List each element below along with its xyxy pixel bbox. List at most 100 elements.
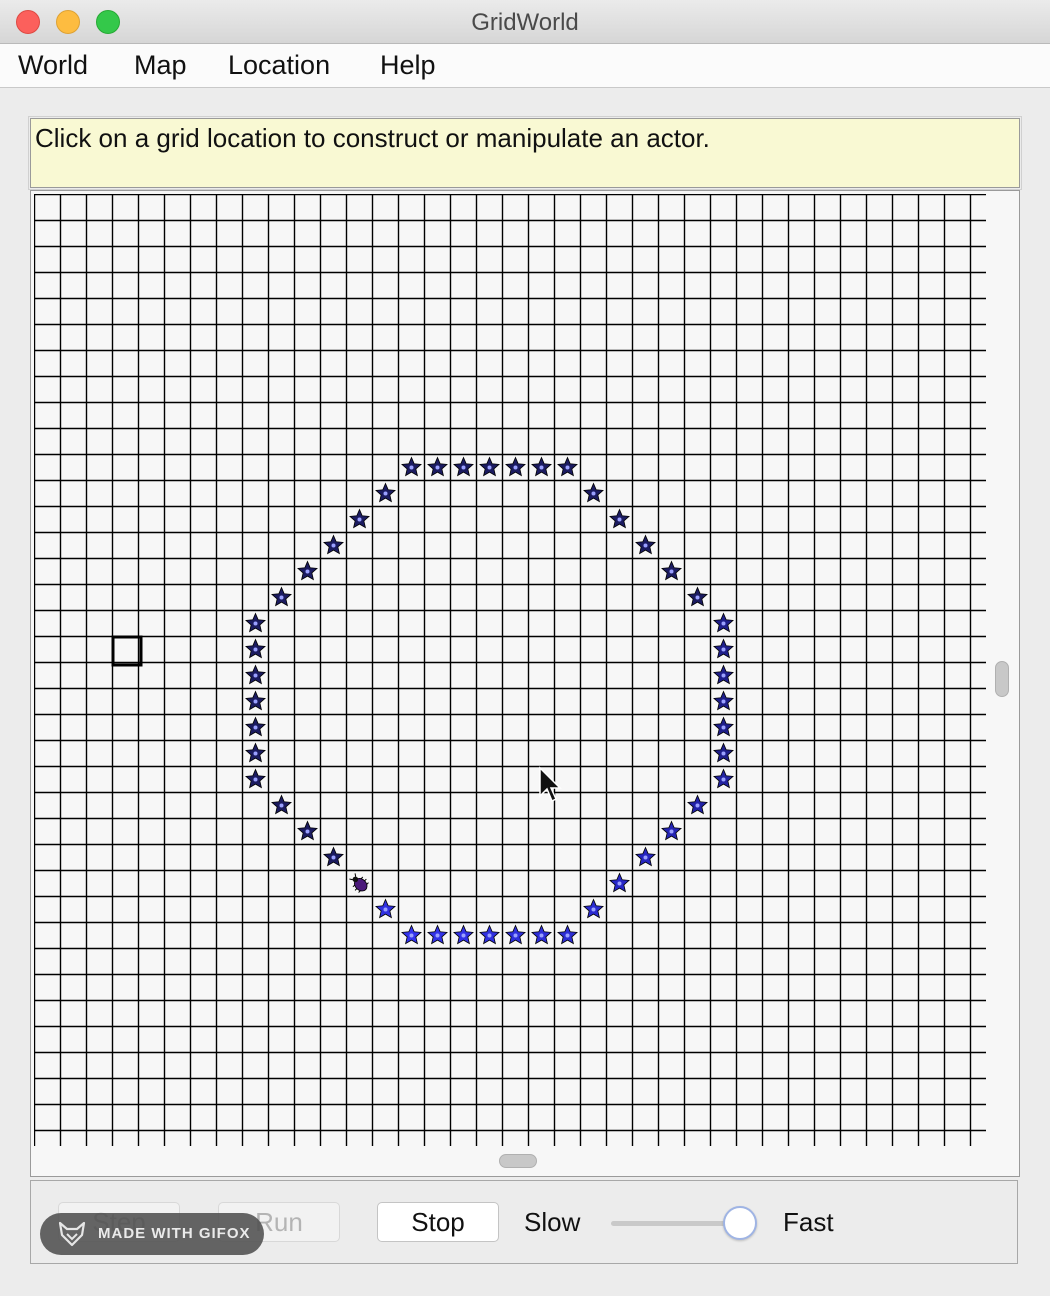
flower-center bbox=[383, 491, 388, 496]
flower-center bbox=[409, 933, 414, 938]
flower-actor[interactable] bbox=[687, 586, 708, 607]
flower-actor[interactable] bbox=[609, 508, 630, 529]
title-bar: GridWorld bbox=[0, 0, 1050, 44]
flower-actor[interactable] bbox=[583, 482, 604, 503]
flower-actor[interactable] bbox=[323, 534, 344, 555]
flower-actor[interactable] bbox=[661, 560, 682, 581]
horizontal-scrollbar[interactable] bbox=[499, 1154, 537, 1168]
flower-actor[interactable] bbox=[479, 456, 500, 477]
flower-actor[interactable] bbox=[271, 794, 292, 815]
flower-actor[interactable] bbox=[531, 924, 552, 945]
flower-actor[interactable] bbox=[713, 638, 734, 659]
grid-scroll-pane bbox=[30, 190, 1020, 1177]
flower-center bbox=[383, 907, 388, 912]
flower-actor[interactable] bbox=[427, 924, 448, 945]
slow-label: Slow bbox=[524, 1207, 581, 1237]
flower-actor[interactable] bbox=[323, 846, 344, 867]
flower-center bbox=[253, 777, 258, 782]
flower-center bbox=[435, 465, 440, 470]
flower-actor[interactable] bbox=[557, 924, 578, 945]
flower-center bbox=[279, 595, 284, 600]
flower-actor[interactable] bbox=[505, 456, 526, 477]
flower-actor[interactable] bbox=[713, 690, 734, 711]
flower-center bbox=[721, 777, 726, 782]
flower-center bbox=[565, 933, 570, 938]
flower-actor[interactable] bbox=[453, 924, 474, 945]
flower-center bbox=[461, 465, 466, 470]
world-grid[interactable] bbox=[34, 194, 986, 1146]
stop-button[interactable]: Stop bbox=[377, 1202, 499, 1242]
flower-center bbox=[331, 543, 336, 548]
bug-actor[interactable] bbox=[347, 871, 372, 896]
flower-center bbox=[513, 465, 518, 470]
flower-actor[interactable] bbox=[479, 924, 500, 945]
flower-actor[interactable] bbox=[557, 456, 578, 477]
flower-actor[interactable] bbox=[375, 898, 396, 919]
flower-actor[interactable] bbox=[245, 716, 266, 737]
flower-actor[interactable] bbox=[531, 456, 552, 477]
flower-center bbox=[253, 621, 258, 626]
flower-actor[interactable] bbox=[609, 872, 630, 893]
flower-center bbox=[253, 647, 258, 652]
speed-slider-thumb[interactable] bbox=[722, 1206, 757, 1240]
menu-help[interactable]: Help bbox=[380, 50, 436, 81]
flower-actor[interactable] bbox=[713, 742, 734, 763]
flower-actor[interactable] bbox=[245, 638, 266, 659]
flower-actor[interactable] bbox=[713, 768, 734, 789]
gifox-watermark: MADE WITH GIFOX bbox=[40, 1213, 264, 1255]
flower-actor[interactable] bbox=[635, 534, 656, 555]
flower-actor[interactable] bbox=[505, 924, 526, 945]
selected-cell-marker bbox=[111, 635, 143, 667]
flower-center bbox=[331, 855, 336, 860]
flower-center bbox=[591, 491, 596, 496]
flower-actor[interactable] bbox=[245, 612, 266, 633]
flower-center bbox=[305, 569, 310, 574]
message-text: Click on a grid location to construct or… bbox=[35, 123, 710, 153]
flower-actor[interactable] bbox=[713, 664, 734, 685]
flower-center bbox=[669, 569, 674, 574]
grid-lines bbox=[34, 194, 986, 1146]
flower-actor[interactable] bbox=[401, 456, 422, 477]
flower-actor[interactable] bbox=[583, 898, 604, 919]
flower-actor[interactable] bbox=[635, 846, 656, 867]
flower-center bbox=[669, 829, 674, 834]
flower-actor[interactable] bbox=[427, 456, 448, 477]
flower-actor[interactable] bbox=[271, 586, 292, 607]
flower-center bbox=[305, 829, 310, 834]
flower-actor[interactable] bbox=[713, 716, 734, 737]
flower-actor[interactable] bbox=[713, 612, 734, 633]
flower-actor[interactable] bbox=[453, 456, 474, 477]
flower-center bbox=[643, 855, 648, 860]
flower-center bbox=[539, 465, 544, 470]
menu-location[interactable]: Location bbox=[228, 50, 330, 81]
flower-center bbox=[253, 699, 258, 704]
window-title: GridWorld bbox=[471, 9, 579, 36]
flower-actor[interactable] bbox=[245, 742, 266, 763]
menu-world[interactable]: World bbox=[18, 50, 88, 81]
flower-center bbox=[253, 751, 258, 756]
flower-center bbox=[487, 465, 492, 470]
flower-actor[interactable] bbox=[297, 560, 318, 581]
watermark-text: MADE WITH GIFOX bbox=[98, 1225, 251, 1242]
vertical-scrollbar[interactable] bbox=[995, 661, 1009, 697]
flower-center bbox=[487, 933, 492, 938]
flower-actor[interactable] bbox=[245, 690, 266, 711]
flower-center bbox=[357, 517, 362, 522]
flower-center bbox=[721, 751, 726, 756]
flower-actor[interactable] bbox=[297, 820, 318, 841]
flower-actor[interactable] bbox=[245, 768, 266, 789]
flower-actor[interactable] bbox=[687, 794, 708, 815]
flower-actor[interactable] bbox=[375, 482, 396, 503]
flower-actor[interactable] bbox=[245, 664, 266, 685]
fox-logo-icon bbox=[58, 1221, 86, 1247]
flower-center bbox=[721, 699, 726, 704]
menu-map[interactable]: Map bbox=[134, 50, 187, 81]
flower-center bbox=[513, 933, 518, 938]
flower-actor[interactable] bbox=[661, 820, 682, 841]
mouse-pointer-icon bbox=[539, 766, 562, 803]
flower-center bbox=[721, 647, 726, 652]
flower-actor[interactable] bbox=[349, 508, 370, 529]
flower-center bbox=[695, 595, 700, 600]
flower-actor[interactable] bbox=[401, 924, 422, 945]
flower-center bbox=[539, 933, 544, 938]
